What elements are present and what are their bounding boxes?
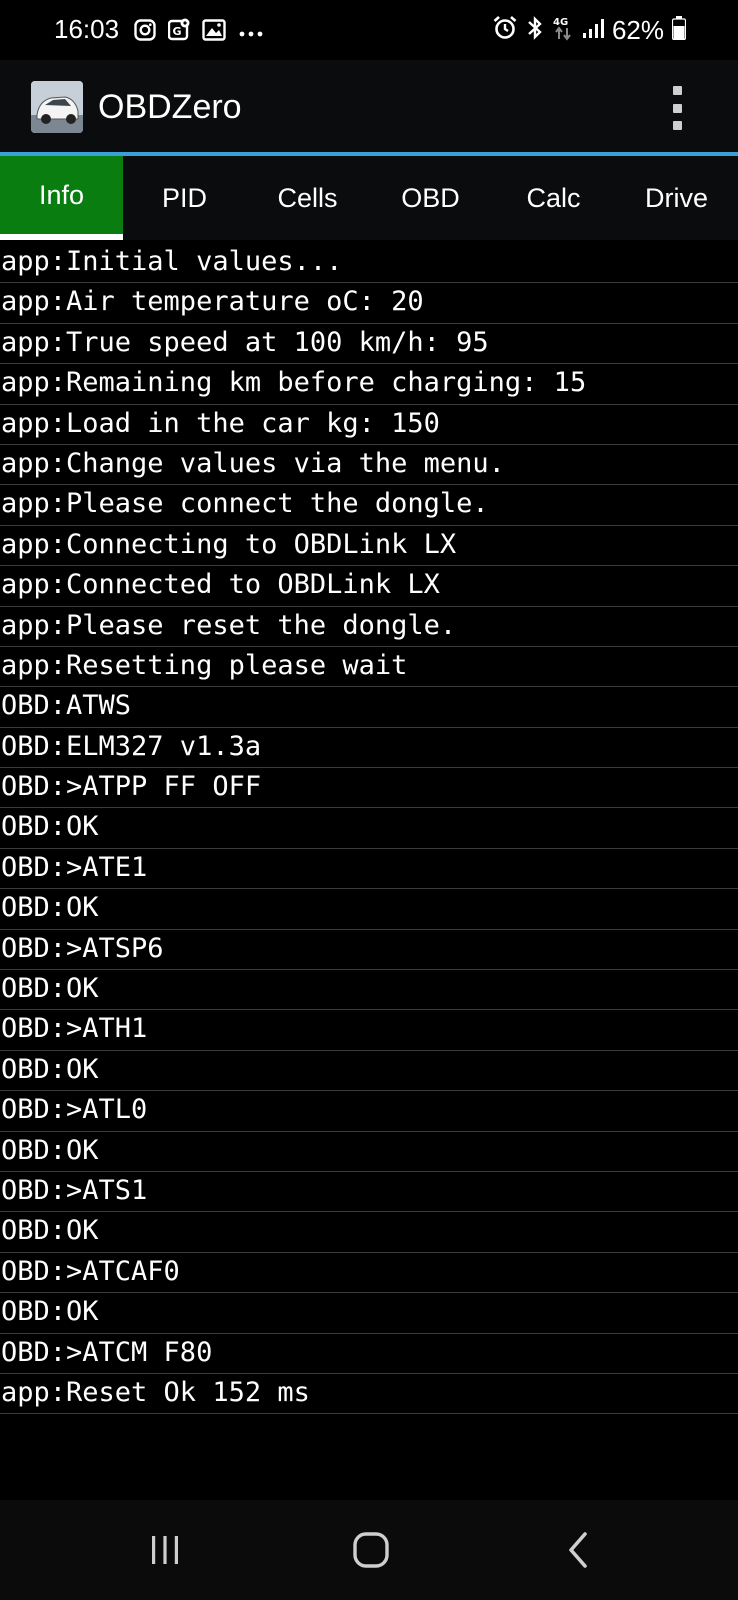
log-line: app:Remaining km before charging: 15 (0, 364, 738, 405)
log-line: app:Please reset the dongle. (0, 607, 738, 647)
log-line: OBD:OK (0, 1051, 738, 1092)
log-line: OBD:ELM327 v1.3a (0, 728, 738, 769)
4g-data-icon: 4G (552, 14, 574, 46)
log-line: OBD:OK (0, 808, 738, 849)
log-line: OBD:OK (0, 1212, 738, 1253)
car-app-icon (31, 81, 83, 133)
log-line: OBD:OK (0, 1132, 738, 1172)
log-list[interactable]: app:Initial values... app:Air temperatur… (0, 243, 738, 1415)
tab-label: Cells (277, 182, 338, 213)
app-bar: OBDZero (0, 60, 738, 152)
app-title: OBDZero (98, 88, 242, 126)
gallery-icon (202, 19, 226, 45)
svg-text:G: G (173, 25, 182, 38)
tab-calc[interactable]: Calc (492, 156, 615, 240)
log-line: OBD:ATWS (0, 687, 738, 728)
log-line: OBD:OK (0, 970, 738, 1011)
instagram-icon (134, 19, 156, 45)
battery-percent: 62% (611, 14, 664, 45)
tab-cells[interactable]: Cells (246, 156, 369, 240)
log-line: app:Resetting please wait (0, 647, 738, 688)
log-line: OBD:OK (0, 1293, 738, 1334)
log-line: OBD:>ATE1 (0, 849, 738, 890)
log-line: app:True speed at 100 km/h: 95 (0, 324, 738, 365)
status-time: 16:03 (54, 14, 120, 44)
tab-label: PID (161, 182, 207, 213)
system-nav-bar (0, 1500, 738, 1600)
bluetooth-icon (526, 15, 544, 45)
log-line: OBD:>ATL0 (0, 1091, 738, 1132)
tab-label: Drive (644, 182, 708, 213)
log-line: OBD:>ATH1 (0, 1010, 738, 1051)
tab-label: OBD (401, 182, 460, 213)
log-line: app:Please connect the dongle. (0, 485, 738, 526)
log-line: app:Change values via the menu. (0, 445, 738, 486)
status-bar: 16:03 G 4G 62% (0, 0, 738, 60)
log-line: OBD:>ATCM F80 (0, 1334, 738, 1374)
more-dots-icon (238, 23, 264, 42)
log-line: OBD:>ATS1 (0, 1172, 738, 1213)
log-line: app:Connecting to OBDLink LX (0, 526, 738, 567)
tab-label: Info (38, 179, 85, 210)
recent-apps-icon[interactable] (143, 1528, 187, 1572)
tab-label: Calc (526, 182, 581, 213)
maps-icon: G (167, 18, 190, 46)
tab-info[interactable]: Info (0, 156, 123, 240)
tab-pid[interactable]: PID (123, 156, 246, 240)
log-line: app:Air temperature oC: 20 (0, 283, 738, 324)
status-left-icons: G (134, 18, 264, 46)
log-line: OBD:>ATCAF0 (0, 1253, 738, 1294)
log-line: app:Reset Ok 152 ms (0, 1374, 738, 1415)
back-icon[interactable] (556, 1528, 600, 1572)
signal-icon (582, 17, 604, 43)
svg-text:4G: 4G (553, 17, 568, 28)
tab-obd[interactable]: OBD (369, 156, 492, 240)
tab-drive[interactable]: Drive (615, 156, 738, 240)
log-line: app:Load in the car kg: 150 (0, 405, 738, 445)
log-line: OBD:>ATSP6 (0, 930, 738, 971)
tab-bar: Info PID Cells OBD Calc Drive (0, 156, 738, 240)
log-line: app:Initial values... (0, 243, 738, 284)
status-right-icons: 4G 62% (492, 14, 687, 46)
battery-icon (671, 16, 687, 44)
overflow-menu-icon[interactable] (670, 86, 684, 130)
log-line: OBD:OK (0, 889, 738, 930)
log-line: app:Connected to OBDLink LX (0, 566, 738, 607)
home-icon[interactable] (349, 1528, 393, 1572)
alarm-icon (492, 15, 518, 45)
log-line: OBD:>ATPP FF OFF (0, 768, 738, 809)
